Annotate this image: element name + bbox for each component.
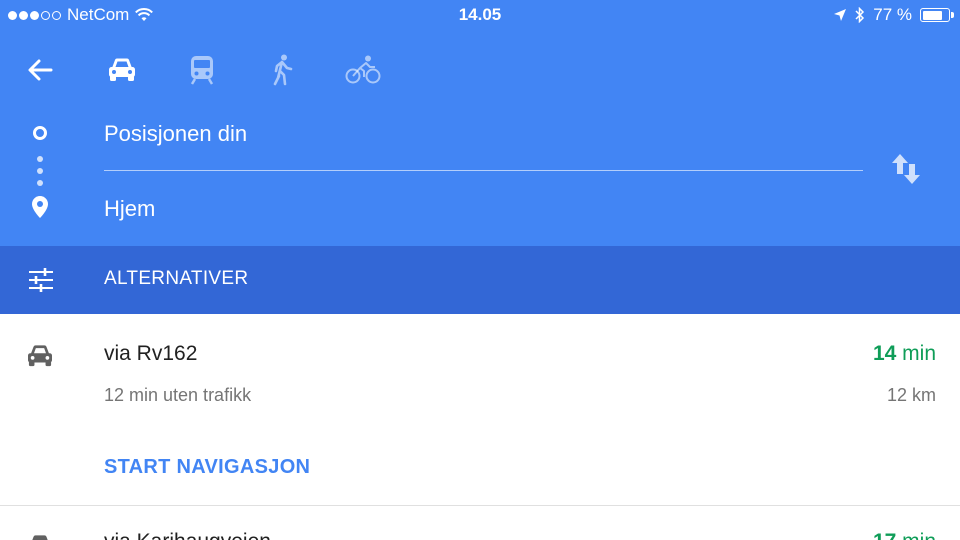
back-arrow-icon xyxy=(28,59,53,81)
route-duration: 14 min xyxy=(873,342,936,366)
status-time: 14.05 xyxy=(458,5,502,24)
field-divider xyxy=(104,170,863,171)
sliders-icon xyxy=(29,268,53,292)
mode-walk[interactable] xyxy=(268,50,296,90)
destination-field[interactable]: Hjem xyxy=(104,196,155,222)
battery-fill xyxy=(922,10,942,20)
swap-button[interactable] xyxy=(890,152,922,191)
origin-marker-icon xyxy=(33,126,47,140)
bluetooth-icon xyxy=(855,7,865,23)
car-icon xyxy=(109,58,135,81)
travel-mode-bar xyxy=(0,50,960,90)
options-bar[interactable]: ALTERNATIVER xyxy=(0,246,960,314)
status-right: 77 % xyxy=(833,5,954,25)
swap-arrows-icon xyxy=(892,154,920,184)
location-arrow-icon xyxy=(834,9,847,21)
route-via: via Rv162 xyxy=(104,342,198,365)
route-duration: 17 min xyxy=(873,530,936,540)
route-result[interactable]: via Karihaugveien 17 min xyxy=(0,506,960,540)
route-dot xyxy=(37,168,43,174)
duration-unit: min xyxy=(902,342,936,365)
status-bar: NetCom 14.05 77 % xyxy=(0,0,960,30)
battery-percent: 77 % xyxy=(873,5,912,24)
duration-value: 17 xyxy=(873,530,896,540)
duration-unit: min xyxy=(902,530,936,540)
train-icon xyxy=(190,56,214,85)
start-navigation-button[interactable]: START NAVIGASJON xyxy=(104,456,310,479)
car-icon xyxy=(28,345,52,367)
route-distance: 12 km xyxy=(886,385,936,405)
back-button[interactable] xyxy=(24,50,56,90)
origin-field[interactable]: Posisjonen din xyxy=(104,121,247,147)
route-via: via Karihaugveien xyxy=(104,530,271,540)
destination-pin-icon xyxy=(32,196,48,218)
route-dot xyxy=(37,156,43,162)
duration-value: 14 xyxy=(872,342,897,365)
directions-header: NetCom 14.05 77 % Posisjonen din Hjem xyxy=(0,0,960,246)
route-markers xyxy=(28,120,52,220)
options-label: ALTERNATIVER xyxy=(104,268,249,289)
bicycle-icon xyxy=(345,55,381,84)
battery-icon xyxy=(920,8,954,22)
route-dot xyxy=(37,180,43,186)
route-traffic-note: 12 min uten trafikk xyxy=(104,385,252,405)
walking-icon xyxy=(273,54,293,86)
mode-car[interactable] xyxy=(104,50,140,90)
route-result[interactable]: via Rv162 14 min 12 min uten trafikk 12 … xyxy=(0,314,960,506)
mode-bike[interactable] xyxy=(344,50,382,90)
mode-transit[interactable] xyxy=(186,50,218,90)
car-icon xyxy=(32,535,48,540)
